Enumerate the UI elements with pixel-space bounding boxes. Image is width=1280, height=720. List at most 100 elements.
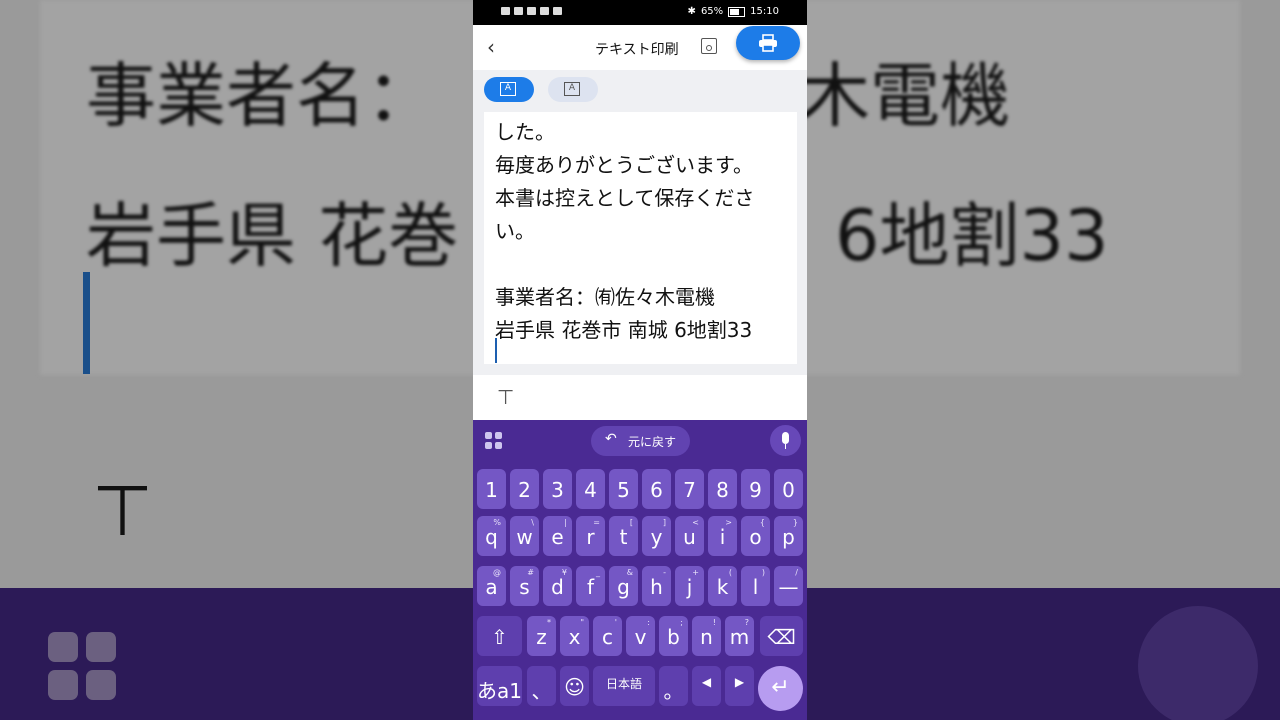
key-z[interactable]: z * [527, 616, 556, 656]
key-w[interactable]: w \ [510, 516, 539, 556]
key-m[interactable]: m? [725, 616, 754, 656]
key-label: ☺ [564, 675, 585, 699]
key-f[interactable]: f _ [576, 566, 605, 606]
key-sublabel: > [725, 518, 732, 527]
shift-icon[interactable]: ⇧ [477, 616, 522, 656]
key-label: ⌫ [767, 625, 796, 649]
status-icons-left [501, 7, 562, 15]
key-label: 7 [683, 478, 696, 502]
key-period[interactable]: 。 [659, 666, 688, 706]
key-2[interactable]: 2 [510, 469, 539, 509]
key-label: ▶ [734, 675, 745, 689]
key-a[interactable]: a @ [477, 566, 506, 606]
key-sublabel: & [626, 568, 633, 577]
key-b[interactable]: b; [659, 616, 688, 656]
key-label: b [667, 625, 680, 649]
backspace-icon[interactable]: ⌫ [760, 616, 803, 656]
cursor-right-icon[interactable]: ▶ [725, 666, 754, 706]
key-v[interactable]: v: [626, 616, 655, 656]
input-mode-key[interactable]: 日本語 [593, 666, 655, 706]
key-n[interactable]: n! [692, 616, 721, 656]
key-label: ⇧ [491, 625, 508, 649]
editor-text: した。 毎度ありがとうございます。 本書は控えとして保存くださ い。 事業者名：… [495, 116, 790, 347]
key-r[interactable]: r = [576, 516, 605, 556]
key-sublabel: _ [596, 568, 600, 577]
key-9[interactable]: 9 [741, 469, 770, 509]
battery-icon [728, 6, 746, 17]
key-sublabel: ; [680, 618, 683, 627]
key-label: y [650, 525, 663, 549]
text-format-icon: A [564, 82, 580, 96]
language-switch-key[interactable]: あa1 [477, 666, 522, 706]
cursor-left-icon[interactable]: ◀ [692, 666, 721, 706]
key-x[interactable]: x " [560, 616, 589, 656]
key-label: n [700, 625, 713, 649]
mic-icon[interactable] [770, 425, 801, 456]
key-o[interactable]: o{ [741, 516, 770, 556]
key-u[interactable]: u < [675, 516, 704, 556]
key-label: w [516, 525, 533, 549]
text-editor[interactable]: した。 毎度ありがとうございます。 本書は控えとして保存くださ い。 事業者名：… [484, 112, 797, 364]
key-label: — [778, 575, 799, 599]
key-q[interactable]: q% [477, 516, 506, 556]
key-p[interactable]: p} [774, 516, 803, 556]
key-6[interactable]: 6 [642, 469, 671, 509]
key-d[interactable]: d ¥ [543, 566, 572, 606]
grid-icon[interactable] [485, 432, 503, 450]
text-mode-button[interactable]: A [484, 77, 534, 102]
key-h[interactable]: h- [642, 566, 671, 606]
editor-line: い。 [495, 219, 535, 243]
text-cursor [495, 338, 497, 363]
key-sublabel: { [759, 518, 765, 527]
key-7[interactable]: 7 [675, 469, 704, 509]
phone-screen: ✱ 65% 15:10 ‹ テキスト印刷 A A した。 毎度ありがとうございま… [473, 0, 807, 720]
undo-icon: ↶ [605, 431, 617, 447]
key-c[interactable]: c ' [593, 616, 622, 656]
key-k[interactable]: k( [708, 566, 737, 606]
key-sublabel: ] [662, 518, 666, 527]
key-sublabel: | [564, 518, 567, 527]
key-label: c [602, 625, 613, 649]
key-label: h [650, 575, 663, 599]
save-icon[interactable] [701, 38, 717, 54]
status-icons-right: ✱ 65% 15:10 [688, 6, 779, 17]
key-label: j [686, 575, 693, 599]
key-sublabel: } [792, 518, 798, 527]
key-3[interactable]: 3 [543, 469, 572, 509]
key-comma[interactable]: 、 [527, 666, 556, 706]
key-label: 8 [716, 478, 729, 502]
camera-icon [553, 7, 562, 15]
undo-button[interactable]: ↶ 元に戻す [591, 426, 690, 456]
key-e[interactable]: e | [543, 516, 572, 556]
key-t[interactable]: t[ [609, 516, 638, 556]
key-s[interactable]: s # [510, 566, 539, 606]
key-label: d [551, 575, 564, 599]
key-8[interactable]: 8 [708, 469, 737, 509]
key-5[interactable]: 5 [609, 469, 638, 509]
key-sublabel: " [580, 618, 584, 627]
key-j[interactable]: j + [675, 566, 704, 606]
key-i[interactable]: i > [708, 516, 737, 556]
key-l[interactable]: l) [741, 566, 770, 606]
key-dash[interactable]: — / [774, 566, 803, 606]
background-line2-left: 岩手県 花巻 [86, 195, 459, 277]
print-button[interactable] [736, 26, 800, 60]
key-4[interactable]: 4 [576, 469, 605, 509]
key-y[interactable]: y] [642, 516, 671, 556]
key-label: 日本語 [605, 677, 642, 691]
emoji-icon[interactable]: ☺ [560, 666, 589, 706]
text-tool-icon[interactable]: ⊤ [497, 385, 514, 409]
key-g[interactable]: g & [609, 566, 638, 606]
undo-label: 元に戻す [628, 435, 677, 449]
key-label: f [586, 575, 595, 599]
key-label: e [551, 525, 564, 549]
chevron-left-icon[interactable]: ‹ [487, 35, 495, 59]
enter-key[interactable]: ↵ [758, 666, 803, 711]
key-0[interactable]: 0 [774, 469, 803, 509]
background-grid-icon [48, 632, 118, 702]
layout-mode-button[interactable]: A [548, 77, 598, 102]
key-1[interactable]: 1 [477, 469, 506, 509]
background-mic-icon [1138, 606, 1258, 720]
editor-line: した。 [495, 120, 555, 144]
key-sublabel: [ [629, 518, 633, 527]
